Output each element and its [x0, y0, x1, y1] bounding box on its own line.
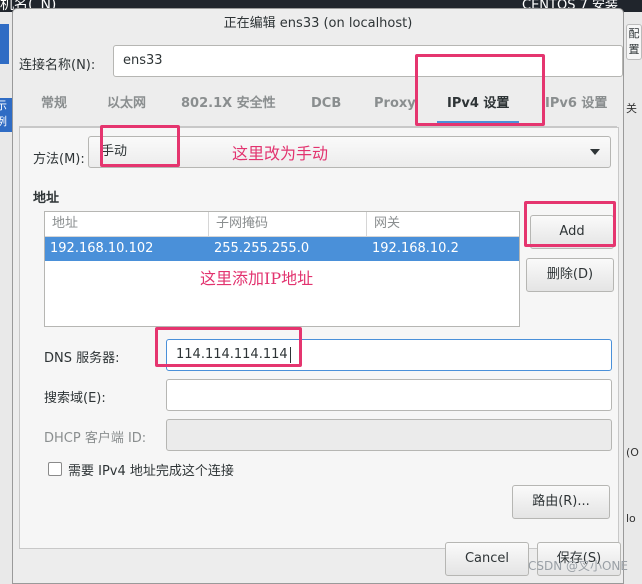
installer-right-edge: 配置 关 (O lo — [624, 12, 642, 584]
installer-right-fragment-2: (O — [626, 446, 639, 459]
address-annotation: 这里添加IP地址 — [200, 269, 314, 288]
tab-ethernet[interactable]: 以太网 — [107, 88, 146, 126]
dns-servers-value: 114.114.114.114 — [176, 347, 288, 362]
dns-label: DNS 服务器: — [44, 351, 120, 366]
dhcp-client-id-label: DHCP 客户端 ID: — [44, 431, 147, 446]
connection-name-input[interactable]: ens33 — [113, 45, 623, 77]
cell-gateway[interactable]: 192.168.10.2 — [367, 237, 459, 261]
cell-netmask[interactable]: 255.255.255.0 — [209, 237, 309, 261]
search-domain-label: 搜索域(E): — [44, 391, 106, 406]
column-address[interactable]: 地址 — [45, 212, 209, 236]
column-gateway[interactable]: 网关 — [367, 212, 519, 236]
method-annotation: 这里改为手动 — [232, 144, 329, 163]
settings-tabs: 常规 以太网 802.1X 安全性 DCB Proxy IPv4 设置 IPv6… — [19, 88, 617, 127]
left-fragment-text: 示例 — [0, 99, 7, 128]
require-ipv4-checkbox[interactable] — [48, 462, 62, 476]
chevron-down-icon — [590, 149, 600, 155]
cell-address[interactable]: 192.168.10.102 — [45, 237, 153, 261]
address-table-header: 地址 子网掩码 网关 — [45, 212, 519, 237]
table-row[interactable]: 192.168.10.102 255.255.255.0 192.168.10.… — [45, 237, 519, 261]
dns-servers-input[interactable]: 114.114.114.114 — [166, 339, 612, 371]
method-label: 方法(M): — [33, 152, 85, 167]
address-heading: 地址 — [33, 191, 60, 206]
left-fragment-text-2: Co — [0, 130, 12, 132]
installer-right-fragment-1: 关 — [626, 102, 637, 115]
edit-connection-dialog: 正在编辑 ens33 (on localhost) 连接名称(N): ens33… — [12, 8, 624, 584]
dhcp-client-id-input — [166, 419, 612, 451]
cancel-button[interactable]: Cancel — [445, 542, 529, 576]
installer-left-fragment: 示例 Co — [0, 98, 12, 132]
installer-right-fragment-3: lo — [626, 512, 636, 525]
tab-ipv4-settings[interactable]: IPv4 设置 — [436, 88, 520, 126]
add-button[interactable]: Add — [530, 215, 614, 249]
installer-configure-button[interactable]: 配置 — [626, 24, 642, 60]
tab-general[interactable]: 常规 — [41, 88, 67, 126]
routes-button[interactable]: 路由(R)... — [512, 485, 610, 519]
watermark: CSDN @叉小ONE — [527, 559, 628, 573]
tab-proxy[interactable]: Proxy — [374, 88, 416, 126]
dialog-title: 正在编辑 ens33 (on localhost) — [223, 16, 413, 31]
tab-dcb[interactable]: DCB — [311, 88, 341, 126]
column-netmask[interactable]: 子网掩码 — [209, 212, 367, 236]
ipv4-settings-panel: 方法(M): 手动 这里改为手动 地址 地址 子网掩码 网关 192.168.1… — [19, 127, 619, 549]
connection-name-label: 连接名称(N): — [19, 58, 96, 73]
tab-ipv6-settings[interactable]: IPv6 设置 — [545, 88, 607, 126]
installer-left-edge: 示例 Co — [0, 12, 12, 584]
method-select[interactable]: 手动 — [88, 136, 611, 168]
delete-button[interactable]: 删除(D) — [526, 258, 614, 292]
require-ipv4-label[interactable]: 需要 IPv4 地址完成这个连接 — [68, 460, 234, 479]
tab-8021x-security[interactable]: 802.1X 安全性 — [181, 88, 276, 126]
method-selected-value: 手动 — [101, 144, 128, 159]
installer-blue-button-edge — [0, 24, 9, 64]
address-table[interactable]: 地址 子网掩码 网关 192.168.10.102 255.255.255.0 … — [44, 211, 520, 327]
search-domain-input[interactable] — [166, 379, 612, 411]
text-cursor — [289, 346, 291, 363]
